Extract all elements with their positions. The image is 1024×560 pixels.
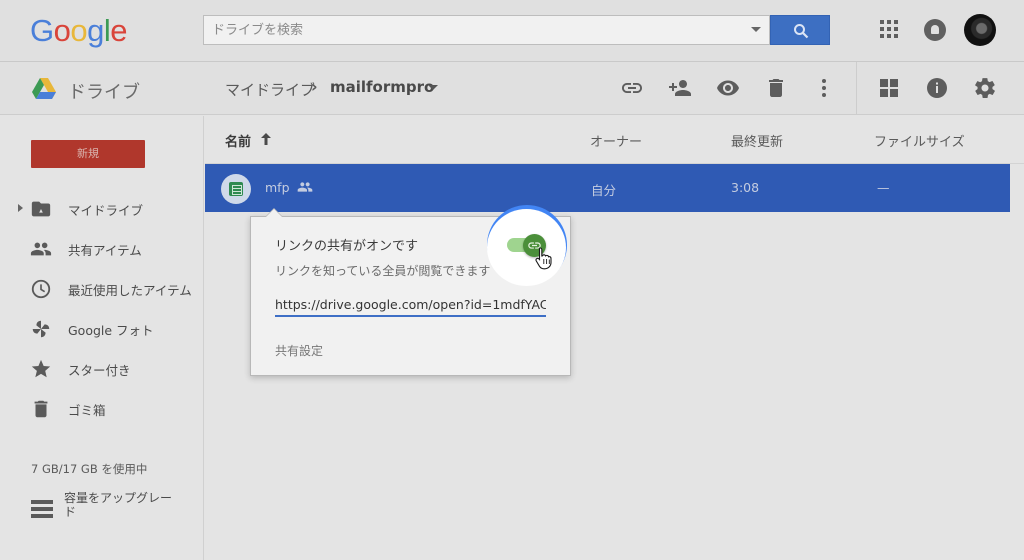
drive-logo-icon[interactable] bbox=[32, 78, 56, 99]
column-modified[interactable]: 最終更新 bbox=[731, 131, 783, 150]
sidebar-item-shared[interactable]: 共有アイテム bbox=[0, 228, 204, 268]
popup-title: リンクの共有がオンです bbox=[275, 239, 419, 254]
avatar[interactable] bbox=[964, 14, 996, 46]
search-options-icon[interactable] bbox=[751, 27, 761, 32]
sidebar-item-starred[interactable]: スター付き bbox=[0, 348, 204, 388]
search-icon bbox=[794, 24, 809, 39]
drive-toolbar: ドライブ マイドライブ › mailformpro bbox=[0, 62, 1024, 115]
logo-letter: G bbox=[30, 13, 54, 48]
sort-arrow-up-icon[interactable] bbox=[260, 132, 272, 146]
column-size[interactable]: ファイルサイズ bbox=[874, 131, 965, 150]
hand-cursor-icon bbox=[535, 247, 552, 270]
info-icon[interactable] bbox=[925, 76, 949, 100]
trash-icon bbox=[34, 400, 48, 418]
breadcrumb-separator: › bbox=[311, 77, 318, 96]
file-modified: 3:08 bbox=[731, 180, 760, 195]
search-box[interactable] bbox=[203, 15, 770, 45]
settings-icon[interactable] bbox=[973, 76, 997, 100]
top-bar: Google bbox=[0, 0, 1024, 62]
logo-letter: o bbox=[70, 13, 88, 48]
logo-letter: o bbox=[53, 13, 71, 48]
file-size: — bbox=[877, 180, 890, 195]
sharing-settings-link[interactable]: 共有設定 bbox=[275, 342, 323, 359]
logo-letter: g bbox=[87, 13, 104, 48]
new-button[interactable]: 新規 bbox=[31, 140, 145, 168]
photos-icon bbox=[32, 320, 50, 338]
sheets-file-icon bbox=[221, 174, 251, 204]
sidebar-item-label: 共有アイテム bbox=[68, 243, 142, 258]
logo-letter: e bbox=[110, 13, 128, 48]
search-input[interactable] bbox=[204, 16, 724, 44]
breadcrumb-root[interactable]: マイドライブ bbox=[225, 79, 315, 100]
shared-people-icon bbox=[297, 182, 313, 192]
sidebar-item-my-drive[interactable]: マイドライブ bbox=[0, 188, 204, 228]
sidebar-item-label: Google フォト bbox=[68, 323, 154, 338]
add-person-icon[interactable] bbox=[668, 76, 692, 100]
storage-icon bbox=[31, 500, 53, 518]
sidebar-item-label: マイドライブ bbox=[68, 203, 144, 218]
storage-quota: 7 GB/17 GB を使用中 bbox=[31, 462, 148, 476]
file-owner: 自分 bbox=[591, 183, 617, 198]
file-name[interactable]: mfp bbox=[265, 180, 290, 195]
upgrade-storage-link[interactable]: 容量をアップグレード bbox=[64, 491, 180, 519]
share-link-field[interactable] bbox=[275, 293, 546, 317]
grid-view-icon[interactable] bbox=[877, 76, 901, 100]
sidebar: 新規 マイドライブ 共有アイテム 最近使用したアイテム Google フォト ス… bbox=[0, 116, 204, 560]
preview-icon[interactable] bbox=[716, 76, 740, 100]
app-name: ドライブ bbox=[68, 82, 140, 103]
more-vert-icon[interactable] bbox=[812, 76, 836, 100]
trash-icon[interactable] bbox=[764, 76, 788, 100]
column-headers: 名前 オーナー 最終更新 ファイルサイズ bbox=[205, 116, 1024, 164]
breadcrumb-current[interactable]: mailformpro bbox=[330, 78, 434, 96]
recent-icon bbox=[31, 279, 51, 299]
toolbar-divider bbox=[856, 62, 857, 115]
notifications-icon[interactable] bbox=[924, 19, 946, 41]
google-logo[interactable]: Google bbox=[30, 13, 128, 49]
table-row[interactable]: mfp 自分 3:08 — bbox=[205, 164, 1010, 212]
sidebar-item-label: スター付き bbox=[68, 363, 131, 378]
search-button[interactable] bbox=[770, 15, 830, 45]
sidebar-item-recent[interactable]: 最近使用したアイテム bbox=[0, 268, 204, 308]
apps-icon[interactable] bbox=[880, 20, 900, 40]
popup-subtitle: リンクを知っている全員が閲覧できます bbox=[275, 264, 491, 278]
expand-arrow-icon[interactable] bbox=[18, 204, 23, 212]
link-icon[interactable] bbox=[620, 76, 644, 100]
column-name[interactable]: 名前 bbox=[225, 131, 251, 150]
shared-icon bbox=[30, 242, 52, 256]
my-drive-icon bbox=[31, 201, 51, 217]
chevron-down-icon[interactable] bbox=[428, 85, 438, 90]
sidebar-item-label: 最近使用したアイテム bbox=[68, 283, 192, 298]
sidebar-item-label: ゴミ箱 bbox=[68, 403, 106, 418]
sidebar-item-trash[interactable]: ゴミ箱 bbox=[0, 388, 204, 428]
column-owner[interactable]: オーナー bbox=[590, 131, 642, 150]
sidebar-item-photos[interactable]: Google フォト bbox=[0, 308, 204, 348]
star-icon bbox=[31, 359, 51, 378]
